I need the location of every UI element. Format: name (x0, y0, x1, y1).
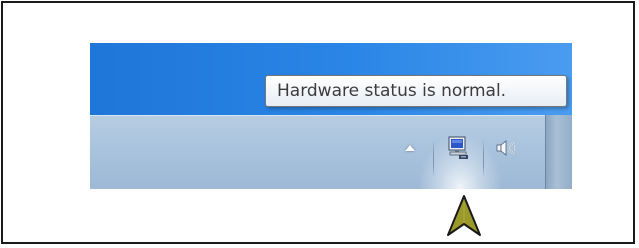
computer-monitor-icon[interactable] (446, 135, 472, 161)
hardware-status-tooltip: Hardware status is normal. (265, 75, 567, 107)
speaker-icon[interactable] (494, 137, 520, 159)
pointer-arrow-icon (447, 195, 481, 236)
illustration-frame: Hardware status is normal. (1, 1, 635, 244)
tray-separator (483, 139, 484, 177)
desktop-screen (90, 43, 572, 189)
show-hidden-icons-button[interactable] (405, 145, 415, 151)
tray-separator (433, 139, 434, 177)
show-desktop-button[interactable] (545, 115, 572, 189)
taskbar (90, 115, 572, 189)
